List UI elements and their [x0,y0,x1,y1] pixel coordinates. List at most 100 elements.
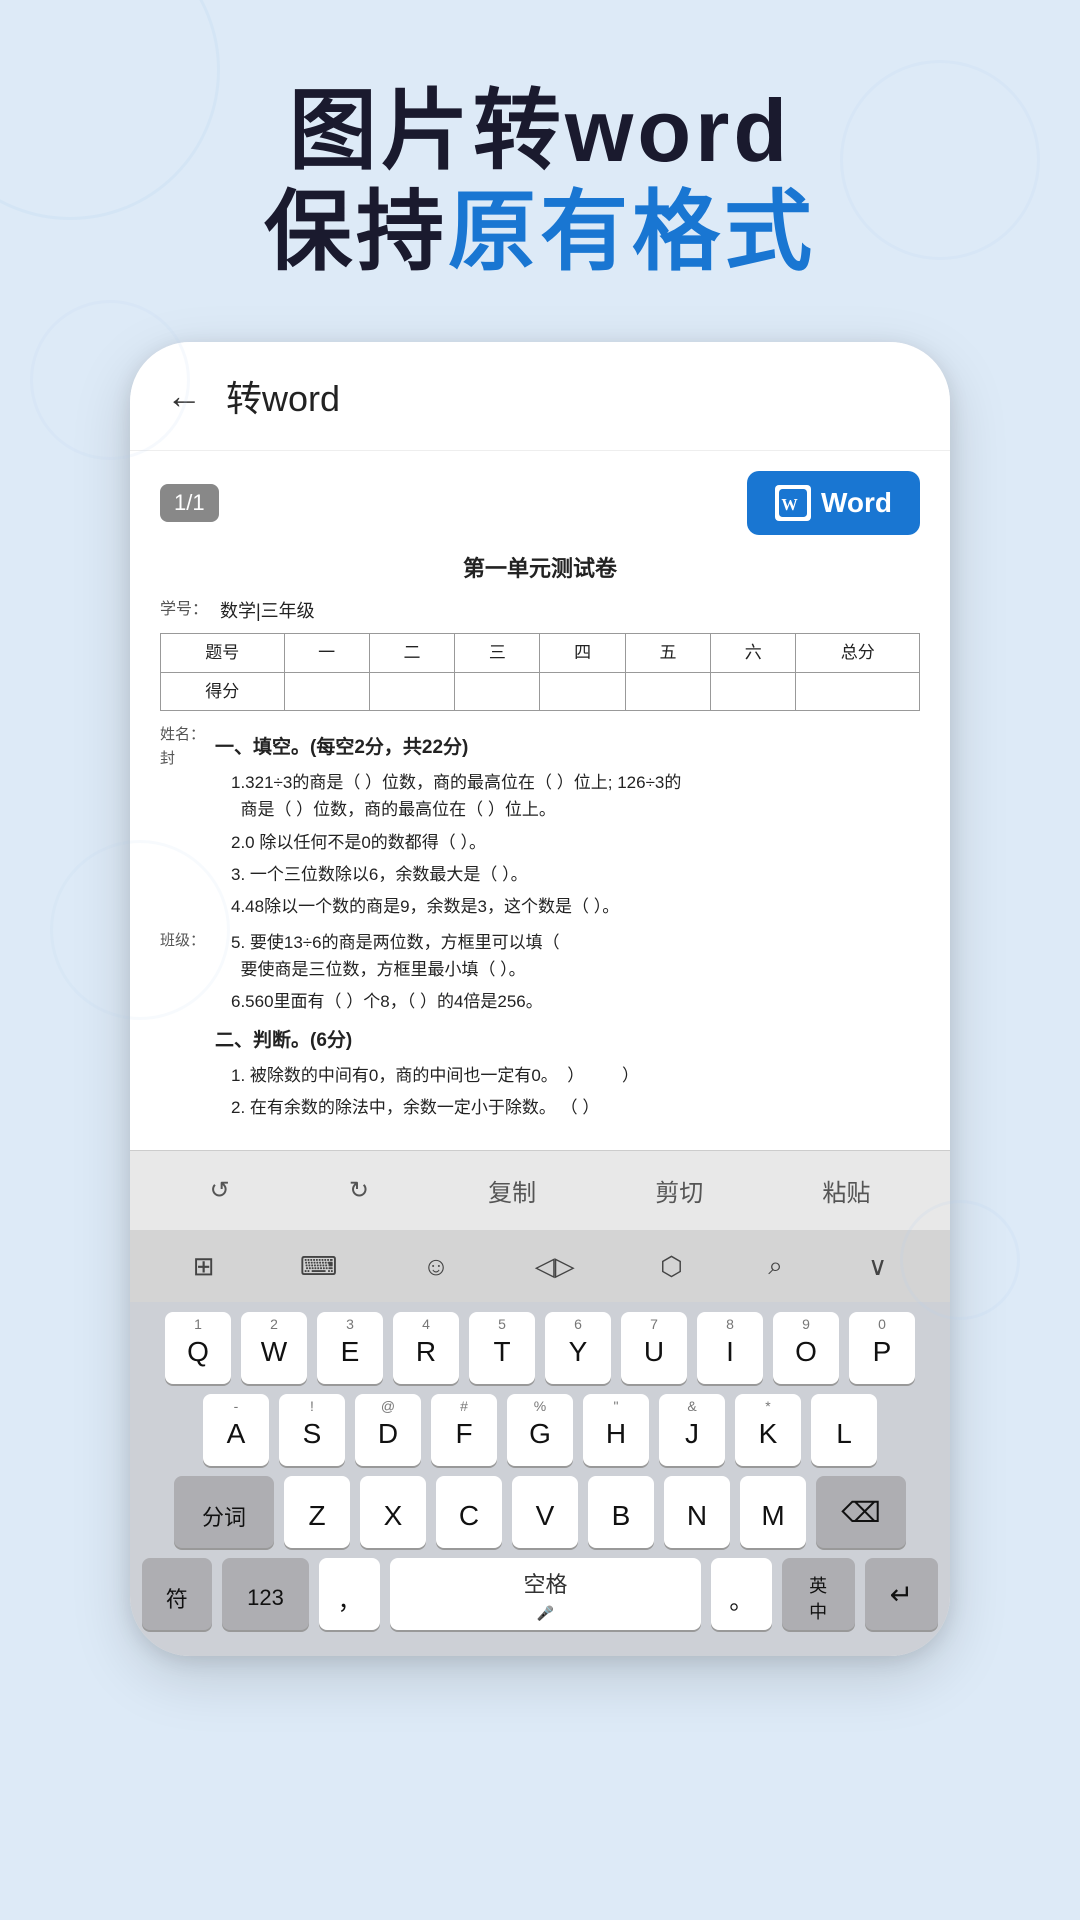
hero-line2: 保持原有格式 [60,181,1020,282]
doc-title: 第一单元测试卷 [160,551,920,586]
section1-title: 一、填空。(每空2分，共22分) [215,733,920,763]
key-A[interactable]: -A [203,1394,269,1466]
emoji-icon-button[interactable]: ☺ [417,1245,456,1288]
key-G[interactable]: %G [507,1394,573,1466]
table-cell: 四 [540,634,625,672]
hero-section: 图片转word 保持原有格式 [0,0,1080,322]
table-cell [711,672,796,710]
key-E[interactable]: 3E [317,1312,383,1384]
key-return[interactable]: ↵ [865,1558,938,1630]
table-cell [455,672,540,710]
class-side-label: 班级： [160,929,215,953]
table-cell [284,672,369,710]
doc-item-1: 1.321÷3的商是（ ）位数，商的最高位在（ ）位上; 126÷3的 商是（ … [231,769,920,823]
key-M[interactable]: M [740,1476,806,1548]
key-L[interactable]: L [811,1394,877,1466]
key-R[interactable]: 4R [393,1312,459,1384]
section2-title: 二、判断。(6分) [215,1026,920,1056]
doc-item-6: 6.560里面有（ ）个8，（ ）的4倍是256。 [231,988,920,1015]
back-button[interactable]: ← [166,375,202,417]
redo-button[interactable]: ↻ [335,1170,383,1211]
phone-mockup: ← 转word 1/1 W Word 第一 [130,342,950,1656]
table-cell [625,672,710,710]
key-fu[interactable]: 符 [142,1558,212,1630]
key-W[interactable]: 2W [241,1312,307,1384]
key-P[interactable]: 0P [849,1312,915,1384]
key-F[interactable]: #F [431,1394,497,1466]
key-O[interactable]: 9O [773,1312,839,1384]
key-U[interactable]: 7U [621,1312,687,1384]
word-export-button[interactable]: W Word [747,471,920,535]
table-cell: 五 [625,634,710,672]
key-H[interactable]: "H [583,1394,649,1466]
key-Y[interactable]: 6Y [545,1312,611,1384]
keys-icon-button[interactable]: ⌨ [294,1245,344,1288]
table-cell [369,672,454,710]
word-button-label: Word [821,487,892,519]
keyboard-row-1: 1Q 2W 3E 4R 5T 6Y 7U 8I 9O 0P [142,1312,938,1384]
table-cell [796,672,920,710]
keyboard-toolbar: ↺ ↻ 复制 剪切 粘贴 [130,1150,950,1230]
key-period[interactable]: 。 [711,1558,771,1630]
key-123[interactable]: 123 [222,1558,310,1630]
table-cell: 得分 [161,672,285,710]
hero-line1: 图片转word [60,80,1020,181]
key-D[interactable]: @D [355,1394,421,1466]
copy-button[interactable]: 复制 [474,1167,550,1214]
table-cell: 总分 [796,634,920,672]
key-C[interactable]: C [436,1476,502,1548]
seal-label: 封 [160,747,215,771]
phone-topbar: ← 转word [130,342,950,451]
key-Q[interactable]: 1Q [165,1312,231,1384]
key-X[interactable]: X [360,1476,426,1548]
cut-button[interactable]: 剪切 [641,1167,717,1214]
hero-line2-blue: 原有格式 [448,182,816,281]
key-S[interactable]: !S [279,1394,345,1466]
table-cell: 题号 [161,634,285,672]
page-badge: 1/1 [160,484,219,522]
undo-button[interactable]: ↺ [196,1170,244,1211]
topbar-title: 转word [226,370,340,422]
xue-hao-label: 学号： [160,597,220,626]
table-cell: 六 [711,634,796,672]
key-fenci[interactable]: 分词 [174,1476,274,1548]
key-en-zh[interactable]: 英 中 [782,1558,855,1630]
key-Z[interactable]: Z [284,1476,350,1548]
word-icon: W [775,485,811,521]
key-J[interactable]: &J [659,1394,725,1466]
doc-item-5: 5. 要使13÷6的商是两位数，方框里可以填（ 要使商是三位数，方框里最小填（ … [231,929,920,983]
keyboard-row-4: 符 123 ， 空格 🎤 。 英 中 ↵ [142,1558,938,1630]
grid-icon-button[interactable]: ⊞ [187,1245,221,1288]
mic-icon: 🎤 [537,1605,554,1622]
key-N[interactable]: N [664,1476,730,1548]
key-B[interactable]: B [588,1476,654,1548]
cursor-icon-button[interactable]: ◁▷ [529,1245,581,1288]
table-cell: 三 [455,634,540,672]
key-delete[interactable]: ⌫ [816,1476,906,1548]
key-T[interactable]: 5T [469,1312,535,1384]
judge-item-2: 2. 在有余数的除法中，余数一定小于除数。 （ ） [231,1094,920,1121]
key-comma[interactable]: ， [319,1558,379,1630]
document-area: 1/1 W Word 第一单元测试卷 学号： [130,451,950,1150]
table-cell: 一 [284,634,369,672]
keyboard-row-3: 分词 Z X C V B N M ⌫ [142,1476,938,1548]
key-I[interactable]: 8I [697,1312,763,1384]
key-V[interactable]: V [512,1476,578,1548]
search-icon-button[interactable]: ⌕ [762,1244,789,1288]
keyboard-row-2: -A !S @D #F %G "H &J *K L [142,1394,938,1466]
document-content[interactable]: 第一单元测试卷 学号： 数学|三年级 题号 一 二 [160,551,920,1126]
key-K[interactable]: *K [735,1394,801,1466]
space-label: 空格 [523,1567,567,1599]
judge-item-1: 1. 被除数的中间有0，商的中间也一定有0。 ） ） [231,1062,920,1089]
keyboard: 1Q 2W 3E 4R 5T 6Y 7U 8I 9O 0P -A !S @D #… [130,1302,950,1656]
hero-line2-prefix: 保持 [264,182,448,281]
table-cell [540,672,625,710]
key-space[interactable]: 空格 🎤 [390,1558,701,1630]
collapse-icon-button[interactable]: ∨ [862,1245,893,1288]
table-cell: 二 [369,634,454,672]
link-icon-button[interactable]: ⬡ [654,1245,689,1288]
svg-text:W: W [781,495,798,514]
paste-button[interactable]: 粘贴 [808,1167,884,1214]
xue-hao-value: 数学|三年级 [220,597,920,626]
name-side-label: 姓名： [160,723,215,747]
